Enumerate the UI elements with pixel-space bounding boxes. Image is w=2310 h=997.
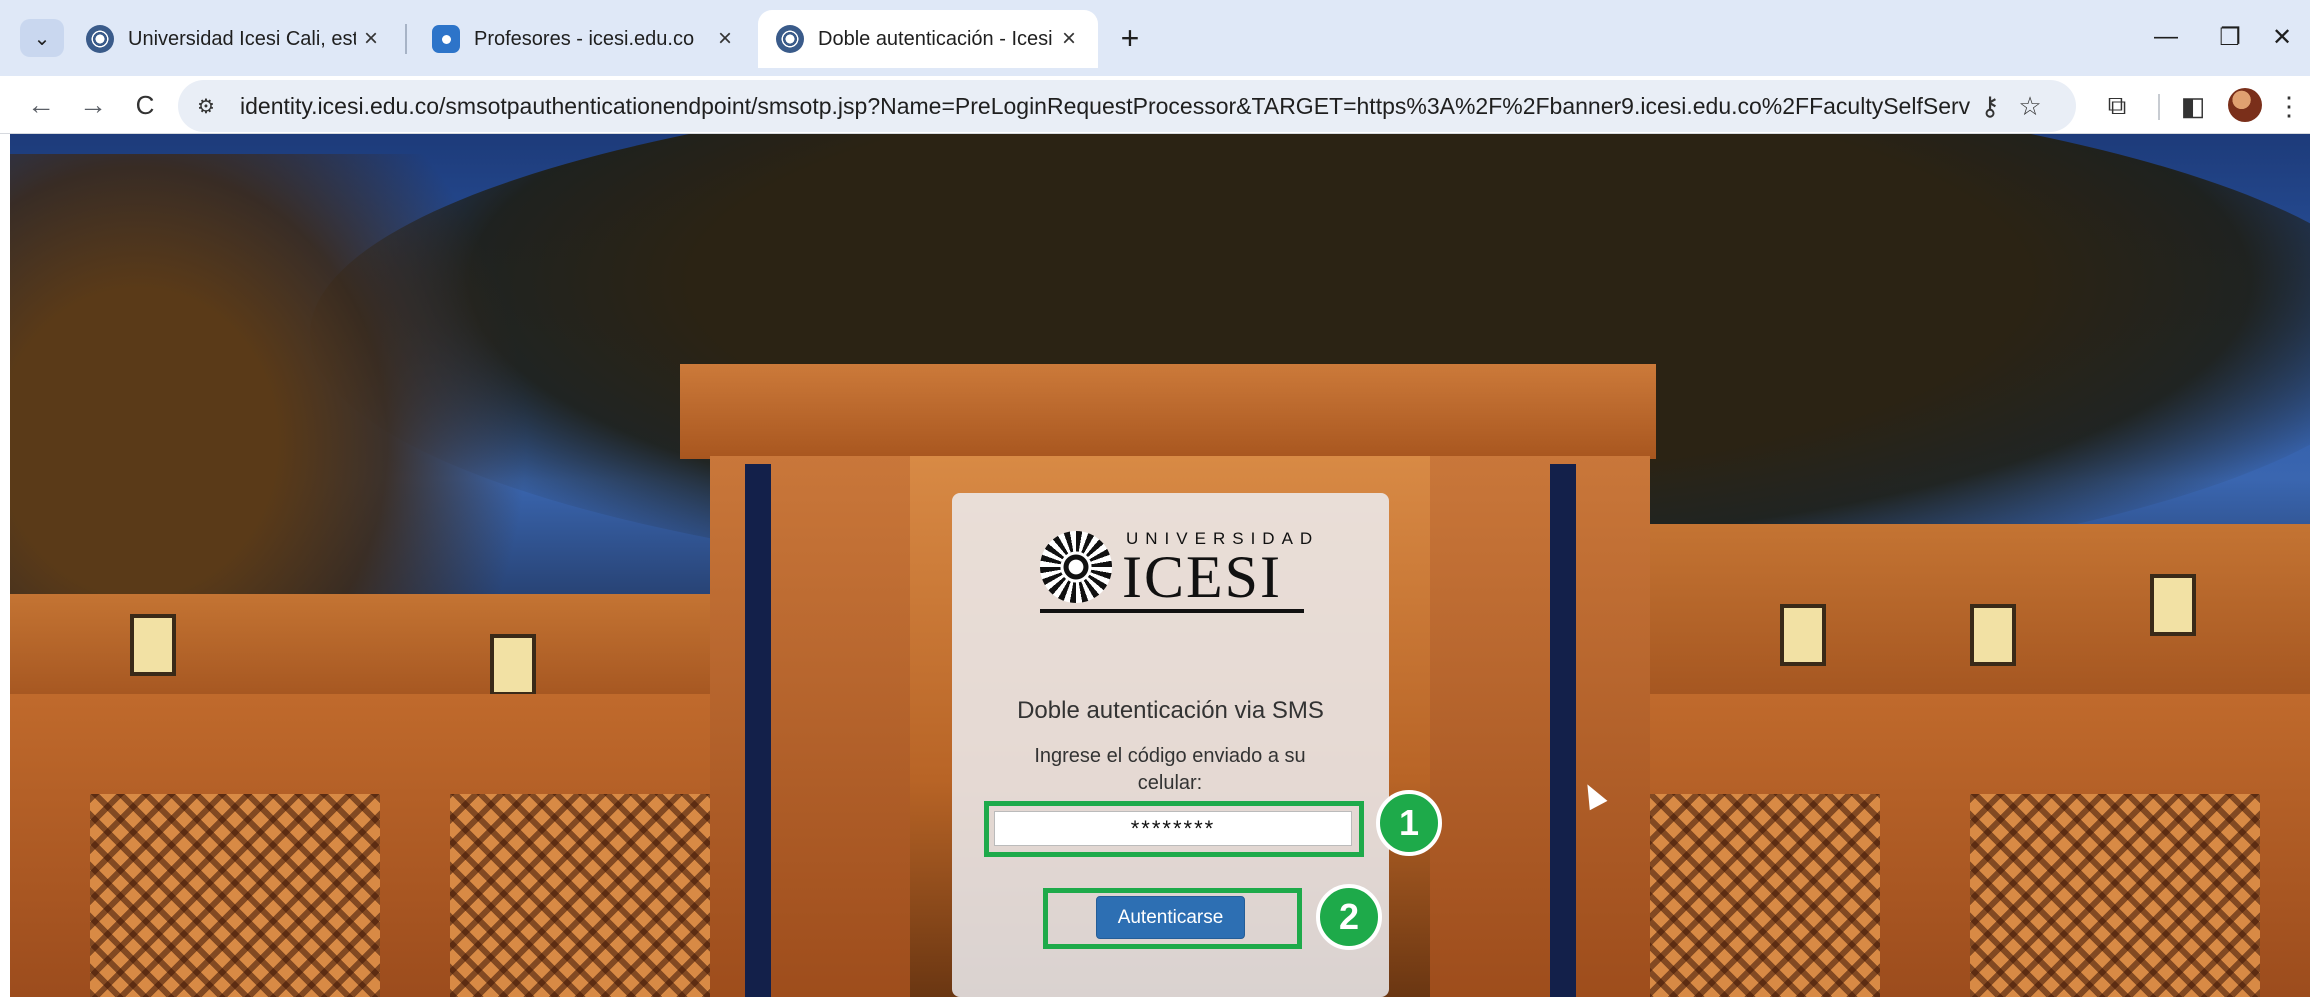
- gate-lintel: [680, 364, 1656, 459]
- bookmark-star-icon[interactable]: ☆: [2010, 86, 2050, 126]
- tab-title: Profesores - icesi.edu.co: [474, 27, 695, 50]
- gate-post: [1550, 464, 1576, 997]
- tab-title: Universidad Icesi Cali, estudia en: [128, 27, 356, 50]
- site-info-icon[interactable]: ⚙: [186, 86, 226, 126]
- close-window-button[interactable]: ✕: [2256, 14, 2308, 60]
- tab-universidad-icesi[interactable]: Universidad Icesi Cali, estudia en ×: [68, 10, 400, 68]
- gate-pillar-right: [1400, 456, 1650, 997]
- profile-avatar[interactable]: [2228, 88, 2262, 122]
- chevron-down-icon: ⌄: [33, 27, 51, 50]
- back-button[interactable]: ←: [20, 84, 62, 126]
- logo-big-text: ICESI: [1122, 544, 1282, 610]
- brick-lattice: [90, 794, 380, 997]
- brick-lattice: [1970, 794, 2260, 997]
- tab-profesores[interactable]: Profesores - icesi.edu.co ×: [414, 10, 754, 68]
- step-badge-1: 1: [1376, 790, 1442, 856]
- building-wing-left: [10, 594, 730, 704]
- building-window: [1970, 604, 2016, 666]
- tab-doble-autenticacion[interactable]: Doble autenticación - Icesi ×: [758, 10, 1098, 68]
- new-tab-button[interactable]: +: [1110, 18, 1150, 58]
- side-panel-icon[interactable]: ◧: [2172, 85, 2214, 127]
- building-window: [1780, 604, 1826, 666]
- step-badge-2: 2: [1316, 884, 1382, 950]
- close-tab-icon[interactable]: ×: [710, 25, 740, 53]
- restore-button[interactable]: ❐: [2200, 14, 2260, 60]
- gate-post: [745, 464, 771, 997]
- password-key-icon[interactable]: ⚷: [1970, 86, 2010, 126]
- profesores-site-icon: [432, 25, 460, 53]
- toolbar-divider: [2158, 94, 2160, 120]
- extensions-icon[interactable]: ⧉: [2096, 85, 2138, 127]
- forward-button[interactable]: →: [72, 84, 114, 126]
- close-tab-icon[interactable]: ×: [1054, 25, 1084, 53]
- tab-title: Doble autenticación - Icesi: [818, 27, 1053, 50]
- brick-lattice: [1620, 794, 1880, 997]
- logo-underline: [1040, 609, 1304, 613]
- reload-button[interactable]: C: [124, 84, 166, 126]
- building-window: [490, 634, 536, 696]
- address-bar[interactable]: ⚙ identity.icesi.edu.co/smsotpauthentica…: [178, 80, 2076, 132]
- icesi-seal-icon: [86, 25, 114, 53]
- icesi-seal-icon: [1040, 531, 1112, 603]
- icesi-logo: UNIVERSIDAD ICESI: [1040, 525, 1312, 615]
- building-window: [130, 614, 176, 676]
- tab-search-button[interactable]: ⌄: [20, 19, 64, 57]
- building-wing-right: [1620, 524, 2310, 704]
- otp-instruction: Ingrese el código enviado a su celular:: [1034, 745, 1306, 794]
- browser-toolbar: ← → C ⚙ identity.icesi.edu.co/smsotpauth…: [0, 76, 2310, 134]
- close-tab-icon[interactable]: ×: [356, 25, 386, 53]
- building-window: [2150, 574, 2196, 636]
- tab-strip: ⌄ Universidad Icesi Cali, estudia en × P…: [0, 0, 2310, 76]
- authenticate-button[interactable]: Autenticarse: [1096, 896, 1245, 939]
- minimize-button[interactable]: —: [2136, 14, 2196, 60]
- page-title: Doble autenticación via SMS: [1017, 697, 1324, 724]
- tab-separator: [405, 24, 407, 54]
- url-text[interactable]: identity.icesi.edu.co/smsotpauthenticati…: [240, 93, 1970, 120]
- menu-icon[interactable]: ⋮: [2272, 85, 2306, 127]
- otp-code-input[interactable]: [994, 811, 1352, 846]
- brick-lattice: [450, 794, 710, 997]
- icesi-seal-icon: [776, 25, 804, 53]
